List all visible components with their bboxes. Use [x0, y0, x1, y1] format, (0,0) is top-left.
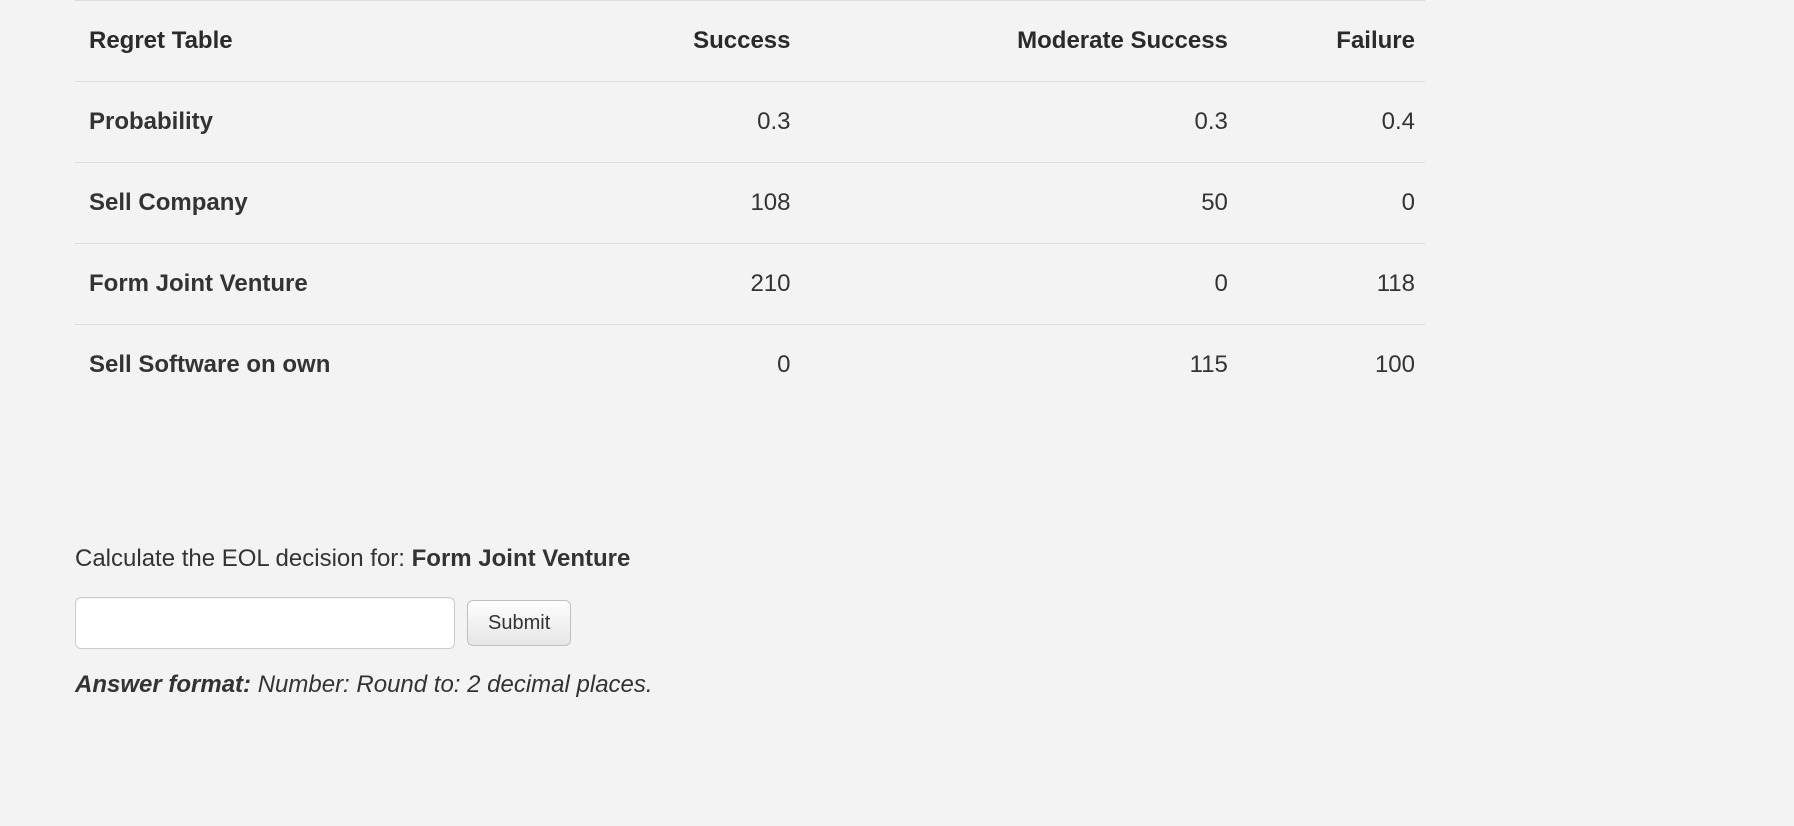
col-header-regret-table: Regret Table — [75, 1, 578, 82]
cell-value: 108 — [578, 163, 801, 244]
answer-input[interactable] — [75, 597, 455, 649]
answer-format-text: Number: Round to: 2 decimal places. — [251, 671, 653, 698]
cell-value: 100 — [1238, 325, 1425, 406]
answer-format: Answer format: Number: Round to: 2 decim… — [75, 671, 1425, 699]
table-row: Sell Company 108 50 0 — [75, 163, 1425, 244]
answer-format-label: Answer format: — [75, 671, 251, 698]
submit-button[interactable]: Submit — [467, 600, 571, 646]
col-header-failure: Failure — [1238, 1, 1425, 82]
question-prefix: Calculate the EOL decision for: — [75, 545, 412, 572]
table-header-row: Regret Table Success Moderate Success Fa… — [75, 1, 1425, 82]
cell-value: 210 — [578, 244, 801, 325]
cell-value: 0 — [578, 325, 801, 406]
row-label-sell-software-own: Sell Software on own — [75, 325, 578, 406]
row-label-form-joint-venture: Form Joint Venture — [75, 244, 578, 325]
question-text: Calculate the EOL decision for: Form Joi… — [75, 545, 1425, 573]
cell-value: 0.3 — [801, 82, 1238, 163]
cell-value: 0 — [1238, 163, 1425, 244]
col-header-success: Success — [578, 1, 801, 82]
regret-table: Regret Table Success Moderate Success Fa… — [75, 0, 1425, 405]
cell-value: 0.4 — [1238, 82, 1425, 163]
table-row: Sell Software on own 0 115 100 — [75, 325, 1425, 406]
row-label-sell-company: Sell Company — [75, 163, 578, 244]
question-target: Form Joint Venture — [412, 545, 631, 572]
cell-value: 115 — [801, 325, 1238, 406]
table-row: Probability 0.3 0.3 0.4 — [75, 82, 1425, 163]
table-row: Form Joint Venture 210 0 118 — [75, 244, 1425, 325]
row-label-probability: Probability — [75, 82, 578, 163]
cell-value: 0.3 — [578, 82, 801, 163]
cell-value: 118 — [1238, 244, 1425, 325]
col-header-moderate-success: Moderate Success — [801, 1, 1238, 82]
cell-value: 0 — [801, 244, 1238, 325]
cell-value: 50 — [801, 163, 1238, 244]
